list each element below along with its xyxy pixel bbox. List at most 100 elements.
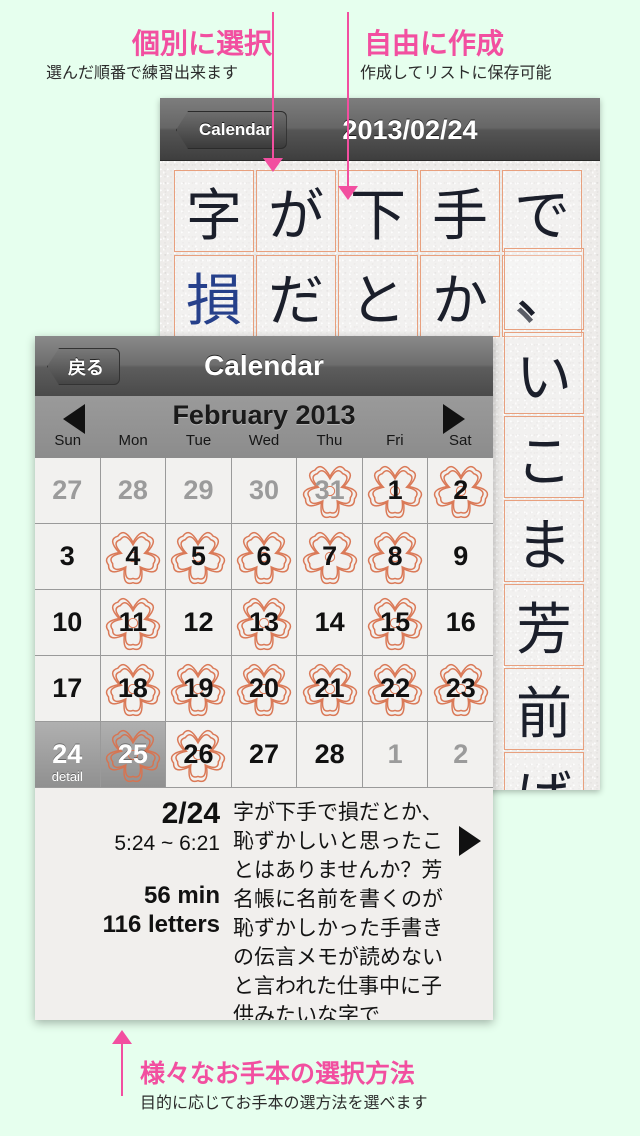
triangle-right-icon[interactable] [443, 404, 465, 434]
dow-label: Fri [386, 432, 404, 449]
calendar-day-number: 16 [445, 607, 476, 637]
calendar-day-cell[interactable]: 4 [100, 524, 167, 590]
annotation-bottom-title: 様々なお手本の選択方法 [140, 1060, 416, 1088]
calendar-day-number: 14 [314, 607, 345, 637]
calendar-day-cell[interactable]: 17 [35, 656, 101, 722]
kanji-cell[interactable]: 前 [504, 668, 584, 750]
calendar-day-number: 2 [453, 739, 469, 769]
annotation-top-right-title: 自由に作成 [364, 28, 505, 59]
calendar-day-cell[interactable]: 7 [297, 524, 363, 590]
calendar-day-number: 28 [314, 739, 345, 769]
calendar-day-number: 25 [117, 739, 148, 769]
kanji-cell[interactable]: 芳 [504, 584, 584, 666]
kanji-cell[interactable]: ば [504, 752, 584, 790]
calendar-day-cell[interactable]: 25 [100, 722, 167, 788]
calendar-day-cell[interactable]: 6 [231, 524, 298, 590]
kanji-cell[interactable]: こ [504, 416, 584, 498]
detail-date: 2/24 [161, 797, 220, 830]
calendar-day-cell[interactable]: 2 [428, 722, 493, 788]
annotation-top-left-title: 個別に選択 [132, 28, 273, 59]
calendar-day-cell[interactable]: 29 [166, 458, 232, 524]
kanji-cell[interactable]: い [504, 332, 584, 414]
calendar-day-number: 3 [59, 541, 75, 571]
calendar-day-number: 22 [380, 673, 411, 703]
kanji-cell[interactable]: 損 [174, 255, 254, 337]
calendar-day-number: 7 [322, 541, 338, 571]
annotation-line [272, 12, 274, 160]
dow-label: Sat [448, 432, 472, 449]
calendar-day-cell[interactable]: 2 [428, 458, 493, 524]
calendar-day-cell[interactable]: 9 [428, 524, 493, 590]
calendar-day-cell[interactable]: 18 [100, 656, 167, 722]
practice-title: 2013/02/24 [342, 115, 478, 145]
calendar-day-cell[interactable]: 19 [166, 656, 232, 722]
calendar-day-number: 27 [52, 475, 83, 505]
calendar-day-cell[interactable]: 13 [231, 590, 298, 656]
dow-label: Thu [316, 432, 343, 449]
calendar-day-cell[interactable]: 11 [100, 590, 167, 656]
calendar-day-cell[interactable]: 27 [35, 458, 101, 524]
kanji-cell[interactable]: 字 [174, 170, 254, 252]
calendar-day-cell[interactable]: 16 [428, 590, 493, 656]
triangle-right-icon[interactable] [459, 826, 481, 856]
kanji-cell[interactable]: で [502, 170, 582, 252]
calendar-day-cell[interactable]: 5 [166, 524, 232, 590]
kanji-cell[interactable]: と [338, 255, 418, 337]
calendar-day-cell[interactable]: 8 [362, 524, 429, 590]
calendar-screen: 戻る Calendar February 2013 Sun Mon Tue We… [35, 336, 493, 1020]
calendar-day-cell[interactable]: 14 [297, 590, 363, 656]
calendar-week-row: 10 11 12 13 14 15 16 [35, 590, 493, 656]
calendar-day-detail-tag: detail [51, 769, 83, 784]
day-detail-panel: 2/24 5:24 ~ 6:21 56 min 116 letters 字が下手… [35, 788, 493, 1020]
calendar-day-number: 21 [314, 673, 345, 703]
calendar-day-cell[interactable]: 12 [166, 590, 232, 656]
calendar-day-cell[interactable]: 10 [35, 590, 101, 656]
calendar-day-cell[interactable]: 31 [297, 458, 363, 524]
month-label: February 2013 [172, 400, 356, 430]
annotation-arrow-up-icon [112, 1030, 132, 1044]
calendar-day-cell[interactable]: 28 [297, 722, 363, 788]
kanji-row: 字 が 下 手 で [174, 170, 586, 255]
calendar-day-cell[interactable]: 22 [362, 656, 429, 722]
detail-text: 字が下手で損だとか、恥ずかしいと思ったことはありませんか？芳名帳に名前を書くのが… [233, 800, 443, 1020]
kanji-cell[interactable]: か [420, 255, 500, 337]
calendar-week-row: 24 detail 25 26 27 28 1 2 [35, 722, 493, 788]
calendar-day-number: 4 [125, 541, 141, 571]
calendar-day-cell[interactable]: 28 [100, 458, 167, 524]
kanji-cell[interactable]: 下 [338, 170, 418, 252]
kanji-cell[interactable]: が [256, 170, 336, 252]
calendar-day-cell[interactable]: 21 [297, 656, 363, 722]
calendar-day-cell[interactable]: 1 [362, 458, 429, 524]
kanji-cell[interactable]: 手 [420, 170, 500, 252]
calendar-day-cell[interactable]: 27 [231, 722, 298, 788]
annotation-arrow-down-icon [338, 186, 358, 200]
calendar-day-number: 31 [314, 475, 345, 505]
kanji-cell[interactable]: だ [256, 255, 336, 337]
day-of-week-header: Sun Mon Tue Wed Thu Fri Sat [35, 432, 493, 449]
calendar-day-cell[interactable]: 20 [231, 656, 298, 722]
calendar-day-cell[interactable]: 15 [362, 590, 429, 656]
calendar-day-cell[interactable]: 24 detail [35, 722, 101, 788]
annotation-arrow-down-icon [263, 158, 283, 172]
annotation-top-right-subtitle: 作成してリストに保存可能 [360, 65, 552, 82]
detail-duration: 56 min [143, 881, 220, 909]
kanji-right-column: 、 い こ ま 芳 前 ば [504, 248, 586, 790]
calendar-day-number: 30 [249, 475, 280, 505]
detail-letter-count: 116 letters [102, 911, 220, 938]
calendar-day-number: 5 [190, 541, 206, 571]
calendar-day-cell[interactable]: 30 [231, 458, 298, 524]
calendar-day-number: 13 [249, 607, 280, 637]
calendar-day-cell[interactable]: 3 [35, 524, 101, 590]
calendar-day-number: 26 [183, 739, 214, 769]
detail-stats: 2/24 5:24 ~ 6:21 56 min 116 letters [35, 797, 220, 939]
calendar-day-cell[interactable]: 1 [362, 722, 429, 788]
kanji-cell[interactable]: 、 [504, 248, 584, 330]
calendar-day-cell[interactable]: 23 [428, 656, 493, 722]
dow-label: Mon [118, 432, 148, 449]
kanji-cell[interactable]: ま [504, 500, 584, 582]
calendar-grid: 27 28 29 30 31 1 2 3 4 5 6 7 8 9 10 11 12 13 14 15 16 17 18 19 2… [35, 458, 493, 788]
calendar-day-number: 1 [387, 475, 403, 505]
calendar-day-cell[interactable]: 26 [166, 722, 232, 788]
annotation-top-left-subtitle: 選んだ順番で練習出来ます [46, 65, 239, 82]
calendar-title: Calendar [204, 350, 324, 381]
